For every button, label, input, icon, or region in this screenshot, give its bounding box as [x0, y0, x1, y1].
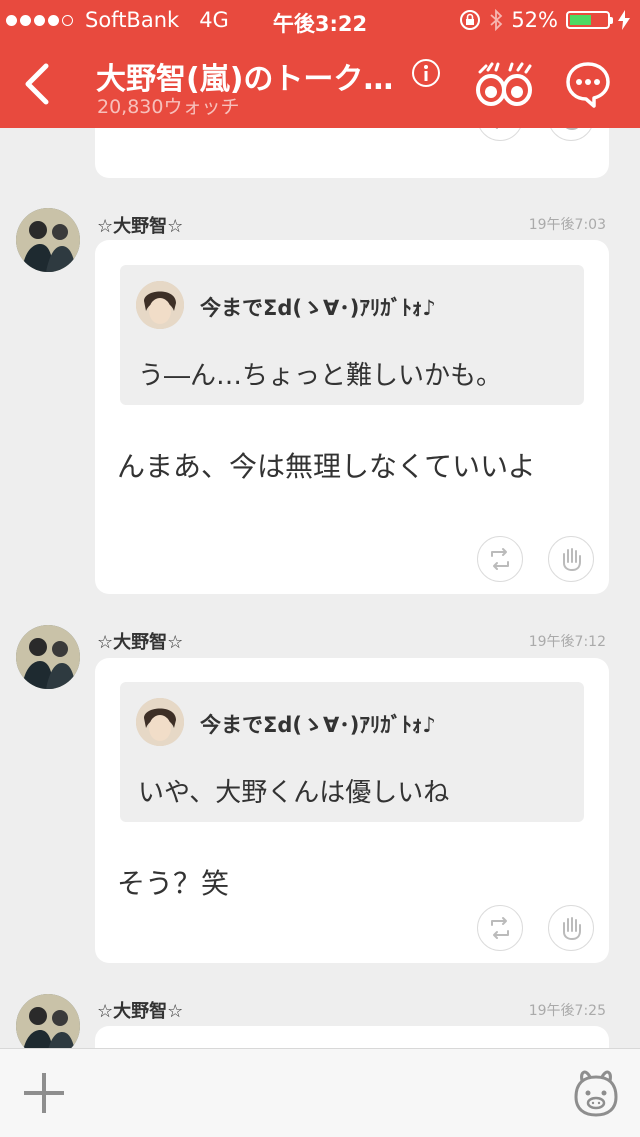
like-button[interactable]: [548, 536, 594, 582]
quote-author: 今までΣd(ゝ∀･)ｱﾘｶﾞﾄｫ♪: [200, 713, 436, 737]
hand-icon: [563, 917, 581, 941]
quote-text: いや、大野くんは優しいね: [138, 778, 450, 808]
avatar[interactable]: [16, 208, 80, 272]
quote-avatar: [136, 698, 184, 746]
bluetooth-icon: [490, 9, 503, 31]
avatar[interactable]: [16, 625, 80, 689]
post-author: ☆大野智☆: [97, 632, 184, 653]
repost-button[interactable]: [477, 905, 523, 951]
chat-bubble-more-icon[interactable]: [564, 60, 612, 108]
quote-text: う―ん…ちょっと難しいかも。: [138, 361, 503, 391]
like-button[interactable]: [548, 905, 594, 951]
like-button[interactable]: [548, 128, 594, 141]
orientation-lock-icon: [460, 10, 481, 30]
post-author: ☆大野智☆: [97, 216, 184, 237]
chevron-left-icon[interactable]: [20, 62, 60, 106]
avatar[interactable]: [16, 994, 80, 1048]
repost-icon: [491, 548, 509, 570]
message-text: そう？笑: [117, 867, 230, 900]
repost-button[interactable]: [477, 128, 523, 141]
post-timestamp: 19午後7:03: [528, 217, 606, 233]
battery-icon: [566, 11, 613, 29]
quote-author: 今までΣd(ゝ∀･)ｱﾘｶﾞﾄｫ♪: [200, 296, 436, 320]
mascot-icon[interactable]: [570, 1067, 622, 1119]
repost-icon: [491, 917, 509, 939]
charging-bolt-icon: [618, 10, 630, 30]
message-text: んまあ、今は無理しなくていいよ: [117, 450, 536, 483]
post-timestamp: 19午後7:12: [528, 634, 606, 650]
post-card: [95, 128, 609, 178]
bottom-bar: [0, 1048, 640, 1137]
post-card: [95, 1026, 609, 1048]
talk-feed[interactable]: ☆大野智☆ 19午後7:03 今までΣd(ゝ∀･)ｱﾘｶﾞﾄｫ♪ う―ん…ちょっ…: [0, 128, 640, 1048]
post-author: ☆大野智☆: [97, 1001, 184, 1022]
hand-icon: [565, 128, 579, 131]
repost-icon: [495, 128, 498, 129]
post-timestamp: 19午後7:25: [528, 1003, 606, 1019]
info-icon[interactable]: [411, 58, 441, 88]
post-card: 今までΣd(ゝ∀･)ｱﾘｶﾞﾄｫ♪ いや、大野くんは優しいね そう？笑: [95, 658, 609, 963]
quote-avatar: [136, 281, 184, 329]
hand-icon: [563, 548, 581, 572]
post-card: 今までΣd(ゝ∀･)ｱﾘｶﾞﾄｫ♪ う―ん…ちょっと難しいかも。 んまあ、今は無…: [95, 240, 609, 594]
status-bar: SoftBank 4G 午後3:22 52%: [0, 0, 640, 40]
quoted-message[interactable]: 今までΣd(ゝ∀･)ｱﾘｶﾞﾄｫ♪ いや、大野くんは優しいね: [120, 682, 584, 822]
status-right: 52%: [459, 8, 630, 32]
plus-icon[interactable]: [24, 1073, 64, 1113]
battery-percent: 52%: [511, 8, 558, 32]
watch-count: 20,830ウォッチ: [97, 96, 240, 118]
repost-button[interactable]: [477, 536, 523, 582]
header-bar: 大野智(嵐)のトーク… 20,830ウォッチ: [0, 40, 640, 128]
quoted-message[interactable]: 今までΣd(ゝ∀･)ｱﾘｶﾞﾄｫ♪ う―ん…ちょっと難しいかも。: [120, 265, 584, 405]
eyes-icon[interactable]: [474, 62, 534, 108]
